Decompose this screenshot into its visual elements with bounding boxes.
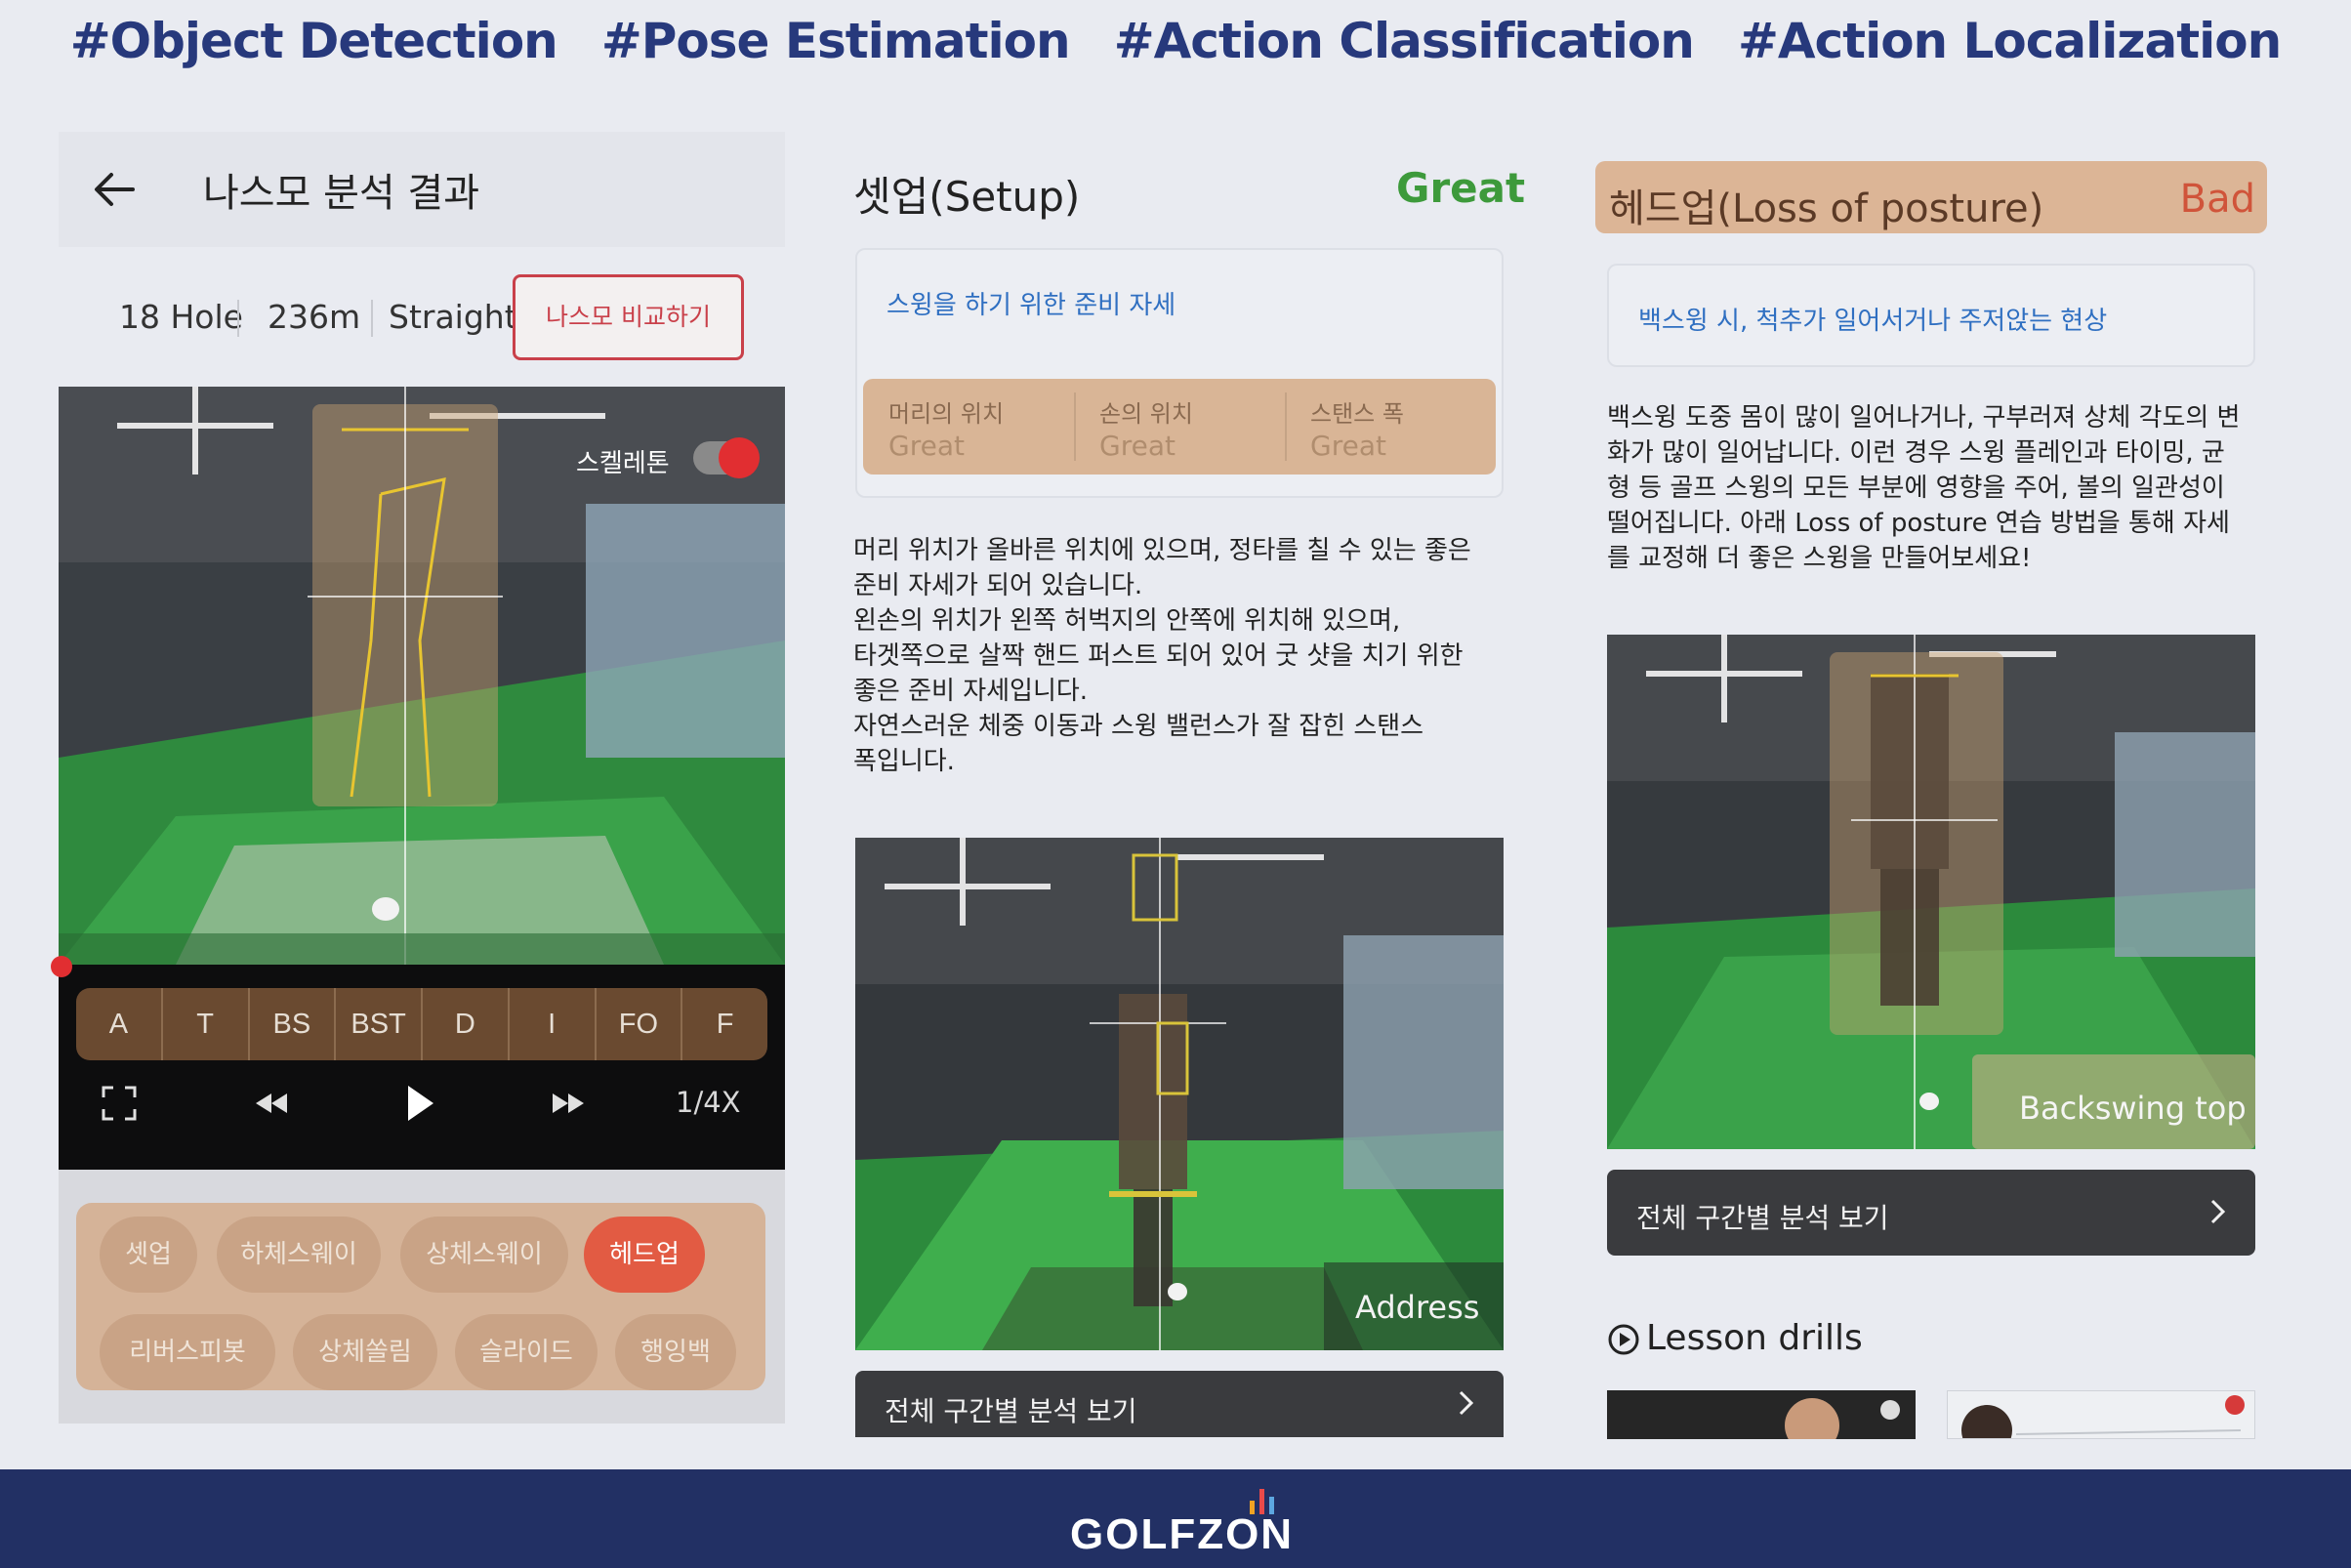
- head-up-title: 헤드업(Loss of posture): [1609, 186, 2044, 231]
- footer: GOLFZON: [0, 1469, 2351, 1568]
- head-up-header: 헤드업(Loss of posture) Bad: [1595, 161, 2267, 233]
- eval-label: 손의 위치: [1099, 400, 1193, 428]
- hashtag-object-detection: #Object Detection: [69, 13, 558, 69]
- head-up-subtitle: 백스윙 시, 척추가 일어서거나 주저앉는 현상: [1638, 307, 2108, 336]
- distance-label: 236m: [268, 298, 361, 336]
- logo-bars-icon: [1250, 1485, 1285, 1514]
- skeleton-toggle[interactable]: [693, 437, 760, 478]
- lesson-thumbnail[interactable]: [1607, 1390, 1916, 1439]
- shot-type-label: Straight: [389, 298, 517, 336]
- hashtag-action-localization: #Action Localization: [1737, 13, 2282, 69]
- rewind-icon[interactable]: [252, 1074, 291, 1133]
- eval-head-position: 머리의 위치 Great: [863, 379, 1074, 475]
- chip-upper-lean[interactable]: 상체쏠림: [293, 1314, 437, 1390]
- swing-phase-bar: A T BS BST D I FO F: [76, 988, 767, 1060]
- backswing-top-label: Backswing top: [2019, 1090, 2247, 1127]
- chip-reverse-pivot[interactable]: 리버스피봇: [100, 1314, 275, 1390]
- chip-head-up[interactable]: 헤드업: [584, 1217, 705, 1293]
- phase-bst[interactable]: BST: [336, 988, 423, 1060]
- backswing-video[interactable]: Backswing top: [1607, 635, 2255, 1149]
- skeleton-toggle-label: 스켈레톤: [576, 449, 670, 478]
- setup-title: 셋업(Setup): [853, 173, 1081, 221]
- hashtag-action-classification: #Action Classification: [1113, 13, 1695, 69]
- chip-lower-sway[interactable]: 하체스웨이: [217, 1217, 381, 1293]
- setup-rating: Great: [1396, 164, 1526, 212]
- lesson-thumbnail-image: [1948, 1391, 2254, 1438]
- hashtag-pose-estimation: #Pose Estimation: [600, 13, 1071, 69]
- compare-button[interactable]: 나스모 비교하기: [513, 274, 744, 360]
- view-all-label: 전체 구간별 분석 보기: [885, 1395, 1137, 1427]
- setup-evaluation-row: 머리의 위치 Great 손의 위치 Great 스탠스 폭 Great: [863, 379, 1496, 475]
- lesson-drills-title: Lesson drills: [1646, 1318, 1863, 1358]
- phase-i[interactable]: I: [510, 988, 597, 1060]
- phase-a[interactable]: A: [76, 988, 163, 1060]
- head-up-card: 백스윙 시, 척추가 일어서거나 주저앉는 현상: [1607, 264, 2255, 367]
- fullscreen-icon[interactable]: [100, 1074, 139, 1133]
- address-video-frame: [855, 838, 1504, 1350]
- address-video[interactable]: Address: [855, 838, 1504, 1350]
- shot-info-row: 18 Hole 236m Straight 나스모 비교하기: [59, 268, 785, 366]
- chevron-right-icon: [1459, 1390, 1474, 1416]
- back-arrow-icon[interactable]: [90, 165, 139, 214]
- eval-stance-width: 스탠스 폭 Great: [1285, 379, 1496, 475]
- eval-value: Great: [888, 430, 965, 462]
- progress-handle[interactable]: [51, 956, 72, 977]
- fault-filter-panel: 셋업 하체스웨이 상체스웨이 헤드업 리버스피봇 상체쏠림 슬라이드 행잉백: [59, 1170, 785, 1424]
- address-label: Address: [1355, 1289, 1480, 1326]
- setup-card: 스윙을 하기 위한 준비 자세 머리의 위치 Great 손의 위치 Great…: [855, 248, 1504, 498]
- chip-slide[interactable]: 슬라이드: [455, 1314, 598, 1390]
- head-up-description: 백스윙 도중 몸이 많이 일어나거나, 구부러져 상체 각도의 변화가 많이 일…: [1607, 403, 2241, 573]
- video-controls: A T BS BST D I FO F 1/4X: [51, 956, 785, 1170]
- hashtag-row: #Object Detection #Pose Estimation #Acti…: [0, 0, 2351, 82]
- setup-subtitle: 스윙을 하기 위한 준비 자세: [887, 291, 1176, 320]
- swing-video-frame: [59, 387, 785, 965]
- phase-fo[interactable]: FO: [597, 988, 683, 1060]
- fast-forward-icon[interactable]: [549, 1074, 588, 1133]
- head-up-rating: Bad: [2179, 177, 2255, 222]
- eval-hand-position: 손의 위치 Great: [1074, 379, 1285, 475]
- backswing-video-frame: [1607, 635, 2255, 1149]
- chip-setup[interactable]: 셋업: [100, 1217, 197, 1293]
- hole-label: 18 Hole: [119, 298, 243, 336]
- page-title: 나스모 분석 결과: [203, 171, 480, 216]
- play-circle-icon: [1608, 1324, 1639, 1355]
- analysis-header: 나스모 분석 결과: [59, 132, 785, 247]
- phase-t[interactable]: T: [163, 988, 250, 1060]
- fault-chip-group: 셋업 하체스웨이 상체스웨이 헤드업 리버스피봇 상체쏠림 슬라이드 행잉백: [76, 1203, 765, 1390]
- divider: [237, 300, 239, 337]
- view-all-sections-button[interactable]: 전체 구간별 분석 보기: [855, 1371, 1504, 1437]
- setup-description: 머리 위치가 올바른 위치에 있으며, 정타를 칠 수 있는 좋은 준비 자세가…: [853, 536, 1471, 776]
- eval-value: Great: [1310, 430, 1386, 462]
- swing-video[interactable]: 스켈레톤: [59, 387, 785, 965]
- phase-bs[interactable]: BS: [250, 988, 337, 1060]
- brand-logo: GOLFZON: [1070, 1510, 1295, 1558]
- play-icon[interactable]: [400, 1074, 439, 1133]
- phase-f[interactable]: F: [682, 988, 767, 1060]
- divider: [371, 300, 373, 337]
- view-all-label: 전체 구간별 분석 보기: [1636, 1202, 1889, 1234]
- phase-d[interactable]: D: [423, 988, 510, 1060]
- view-all-sections-button[interactable]: 전체 구간별 분석 보기: [1607, 1170, 2255, 1256]
- chip-hanging-back[interactable]: 행잉백: [615, 1314, 736, 1390]
- chip-upper-sway[interactable]: 상체스웨이: [400, 1217, 568, 1293]
- toggle-knob: [719, 437, 760, 478]
- eval-value: Great: [1099, 430, 1176, 462]
- playback-speed[interactable]: 1/4X: [676, 1086, 741, 1119]
- chevron-right-icon: [2210, 1199, 2226, 1224]
- eval-label: 머리의 위치: [888, 400, 1005, 428]
- lesson-thumbnail[interactable]: [1947, 1390, 2255, 1439]
- eval-label: 스탠스 폭: [1310, 400, 1404, 428]
- lesson-thumbnail-image: [1607, 1390, 1916, 1439]
